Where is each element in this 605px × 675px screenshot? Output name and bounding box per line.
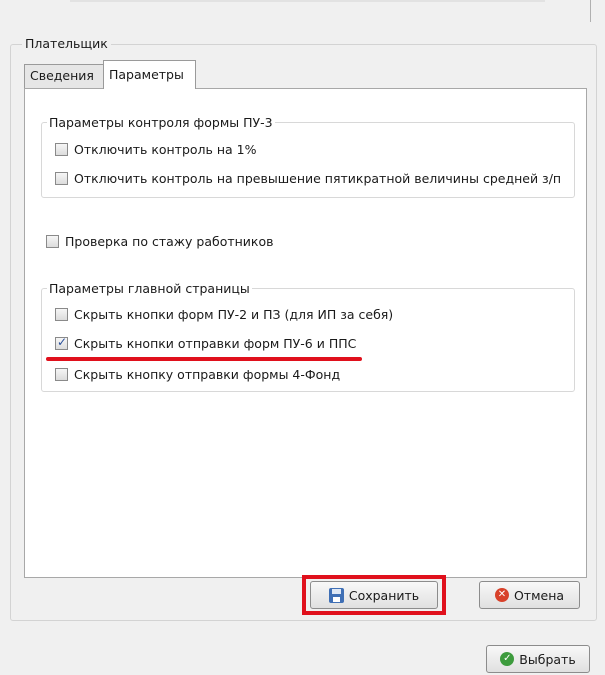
tab-svedeniya[interactable]: Сведения [24, 64, 104, 88]
tab-panel-parametry: Параметры контроля формы ПУ-3 Отключить … [24, 88, 587, 578]
pu3-control-fieldset [41, 122, 575, 198]
checkbox[interactable] [55, 143, 68, 156]
check-icon: ✓ [500, 652, 515, 666]
option-staj-check[interactable]: Проверка по стажу работников [46, 234, 274, 249]
select-button-label: Выбрать [519, 651, 576, 667]
checkbox[interactable] [55, 172, 68, 185]
checkbox[interactable] [46, 235, 59, 248]
option-label: Скрыть кнопки форм ПУ-2 и ПЗ (для ИП за … [74, 307, 394, 322]
option-label: Проверка по стажу работников [65, 234, 274, 249]
checkbox[interactable] [55, 368, 68, 381]
tab-parametry[interactable]: Параметры [103, 60, 196, 89]
payer-groupbox-title: Плательщик [22, 36, 111, 51]
option-label: Отключить контроль на превышение пятикра… [74, 171, 562, 186]
checkbox-checked[interactable] [55, 335, 68, 350]
red-underline-annotation [46, 357, 362, 361]
title-bar [0, 0, 605, 22]
option-label: Скрыть кнопки отправки форм ПУ-6 и ППС [74, 336, 357, 351]
checkbox[interactable] [55, 308, 68, 321]
option-disable-5x-salary[interactable]: Отключить контроль на превышение пятикра… [55, 171, 561, 186]
title-bar-edge [590, 0, 591, 22]
title-bar-divider [70, 0, 545, 2]
option-hide-pu6-pps[interactable]: Скрыть кнопки отправки форм ПУ-6 и ППС [55, 335, 357, 351]
option-disable-1pct[interactable]: Отключить контроль на 1% [55, 142, 257, 157]
save-button-label: Сохранить [348, 587, 420, 603]
cancel-button-label: Отмена [513, 587, 565, 603]
option-hide-4fond[interactable]: Скрыть кнопку отправки формы 4-Фонд [55, 367, 340, 382]
option-label: Отключить контроль на 1% [74, 142, 257, 157]
floppy-disk-icon [328, 587, 344, 603]
option-label: Скрыть кнопку отправки формы 4-Фонд [74, 367, 341, 382]
pu3-control-legend: Параметры контроля формы ПУ-3 [47, 115, 275, 130]
cancel-button[interactable]: ✕ Отмена [479, 581, 580, 609]
save-button[interactable]: Сохранить [310, 581, 438, 609]
select-button[interactable]: ✓ Выбрать [486, 645, 590, 673]
option-hide-pu2-pz[interactable]: Скрыть кнопки форм ПУ-2 и ПЗ (для ИП за … [55, 307, 393, 322]
cancel-icon: ✕ [494, 588, 509, 602]
main-page-legend: Параметры главной страницы [47, 281, 252, 296]
